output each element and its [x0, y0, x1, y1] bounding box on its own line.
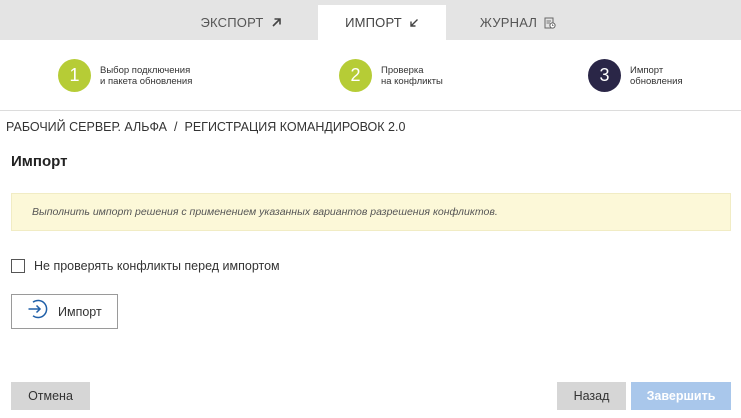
- breadcrumb-separator: /: [174, 120, 178, 134]
- step-2: 2 Проверка на конфликты: [339, 59, 443, 92]
- arrow-up-right-icon: [271, 17, 282, 28]
- tab-import[interactable]: ИМПОРТ: [318, 5, 446, 40]
- log-clock-icon: [544, 17, 556, 29]
- step-1-label: Выбор подключения и пакета обновления: [100, 64, 193, 87]
- tab-journal[interactable]: ЖУРНАЛ: [452, 5, 584, 40]
- info-message-box: Выполнить импорт решения с применением у…: [11, 193, 731, 231]
- tab-journal-label: ЖУРНАЛ: [479, 15, 538, 30]
- breadcrumb-package: РЕГИСТРАЦИЯ КОМАНДИРОВОК 2.0: [184, 120, 406, 134]
- breadcrumb: РАБОЧИЙ СЕРВЕР. АЛЬФА / РЕГИСТРАЦИЯ КОМАНД…: [6, 120, 405, 134]
- page-title: Импорт: [11, 153, 68, 170]
- top-tab-bar: ЭКСПОРТ ИМПОРТ ЖУРНАЛ: [0, 0, 741, 40]
- step-3: 3 Импорт обновления: [588, 59, 683, 92]
- step-2-label: Проверка на конфликты: [381, 64, 443, 87]
- import-button-label: Импорт: [58, 304, 102, 319]
- arrow-down-left-icon: [409, 18, 419, 28]
- wizard-stepper: 1 Выбор подключения и пакета обновления …: [0, 40, 741, 111]
- step-1: 1 Выбор подключения и пакета обновления: [58, 59, 192, 92]
- step-2-number: 2: [339, 59, 372, 92]
- arrow-into-circle-icon: [26, 298, 48, 325]
- skip-conflict-check-option[interactable]: Не проверять конфликты перед импортом: [11, 259, 280, 273]
- cancel-button[interactable]: Отмена: [11, 382, 90, 410]
- import-button[interactable]: Импорт: [11, 294, 118, 329]
- tab-export[interactable]: ЭКСПОРТ: [176, 5, 306, 40]
- back-button[interactable]: Назад: [557, 382, 626, 410]
- step-3-number: 3: [588, 59, 621, 92]
- finish-button[interactable]: Завершить: [631, 382, 731, 410]
- breadcrumb-server: РАБОЧИЙ СЕРВЕР. АЛЬФА: [6, 120, 168, 134]
- step-3-label: Импорт обновления: [630, 64, 683, 87]
- info-message-text: Выполнить импорт решения с применением у…: [32, 206, 498, 218]
- tab-export-label: ЭКСПОРТ: [200, 15, 264, 30]
- tab-import-label: ИМПОРТ: [345, 15, 402, 30]
- skip-conflict-label: Не проверять конфликты перед импортом: [34, 259, 280, 273]
- skip-conflict-checkbox[interactable]: [11, 259, 25, 273]
- step-1-number: 1: [58, 59, 91, 92]
